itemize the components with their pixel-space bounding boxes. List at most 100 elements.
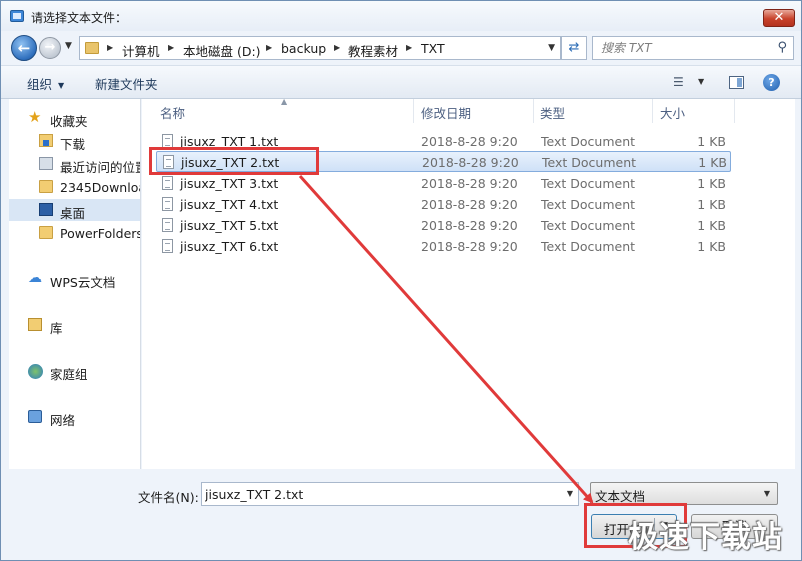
sidebar-item-label: 2345Downloads bbox=[60, 180, 140, 195]
file-date: 2018-8-28 9:20 bbox=[421, 176, 518, 191]
new-folder-button[interactable]: 新建文件夹 bbox=[95, 74, 158, 93]
file-type: Text Document bbox=[542, 155, 637, 170]
back-button[interactable]: ← bbox=[11, 35, 37, 61]
folder-icon bbox=[39, 226, 53, 239]
file-row[interactable]: jisuxz_TXT 3.txt 2018-8-28 9:20 Text Doc… bbox=[156, 173, 731, 194]
sidebar-item-homegroup[interactable]: 家庭组 bbox=[9, 360, 140, 382]
arrow-right-icon: → bbox=[44, 40, 56, 55]
file-row[interactable]: jisuxz_TXT 6.txt 2018-8-28 9:20 Text Doc… bbox=[156, 236, 731, 257]
file-date: 2018-8-28 9:20 bbox=[421, 134, 518, 149]
filename-label: 文件名(N): bbox=[138, 490, 199, 505]
organize-label: 组织 bbox=[27, 77, 53, 92]
close-button[interactable]: ✕ bbox=[763, 9, 795, 27]
change-view-icon[interactable]: ☰ bbox=[673, 75, 684, 89]
filetype-select[interactable]: 文本文档 ▼ bbox=[590, 482, 778, 505]
breadcrumb-separator-icon[interactable]: ▶ bbox=[168, 43, 174, 52]
sidebar-item-label: 收藏夹 bbox=[50, 114, 88, 129]
search-input[interactable] bbox=[601, 40, 771, 56]
library-icon bbox=[28, 318, 42, 331]
file-date: 2018-8-28 9:20 bbox=[421, 239, 518, 254]
refresh-button[interactable]: ⇄ bbox=[561, 36, 587, 60]
sidebar-item-recent-places[interactable]: 最近访问的位置 bbox=[9, 153, 140, 175]
search-box[interactable]: ⚲ bbox=[592, 36, 794, 60]
file-name: jisuxz_TXT 3.txt bbox=[180, 176, 279, 191]
sidebar-item-label: 库 bbox=[50, 321, 63, 336]
search-icon[interactable]: ⚲ bbox=[777, 40, 787, 55]
refresh-icon: ⇄ bbox=[568, 40, 580, 55]
text-file-icon bbox=[162, 239, 173, 253]
breadcrumb-drive-d[interactable]: 本地磁盘 (D:) bbox=[183, 41, 261, 60]
address-bar[interactable]: ▶ 计算机 ▶ 本地磁盘 (D:) ▶ backup ▶ 教程素材 ▶ TXT … bbox=[79, 36, 561, 60]
sidebar-item-downloads[interactable]: 下载 bbox=[9, 130, 140, 152]
file-row[interactable]: jisuxz_TXT 4.txt 2018-8-28 9:20 Text Doc… bbox=[156, 194, 731, 215]
file-row[interactable]: jisuxz_TXT 5.txt 2018-8-28 9:20 Text Doc… bbox=[156, 215, 731, 236]
breadcrumb-backup[interactable]: backup bbox=[281, 41, 326, 56]
command-bar: 组织 ▼ 新建文件夹 ☰ ▼ ? bbox=[1, 65, 801, 99]
breadcrumb-separator-icon[interactable]: ▶ bbox=[107, 43, 113, 52]
preview-pane-icon[interactable] bbox=[729, 76, 744, 89]
chevron-down-icon: ▼ bbox=[763, 489, 770, 498]
highlight-box-selected-file bbox=[149, 147, 319, 175]
file-type: Text Document bbox=[541, 239, 636, 254]
file-type: Text Document bbox=[541, 176, 636, 191]
breadcrumb-separator-icon[interactable]: ▶ bbox=[406, 43, 412, 52]
cloud-icon: ☁ bbox=[28, 270, 42, 286]
address-row: ← → ▼ ▶ 计算机 ▶ 本地磁盘 (D:) ▶ backup ▶ 教程素材 … bbox=[1, 31, 801, 65]
arrow-left-icon: ← bbox=[17, 39, 31, 57]
chevron-down-icon: ▼ bbox=[58, 81, 65, 90]
star-icon: ★ bbox=[28, 108, 42, 126]
folder-icon bbox=[39, 180, 53, 193]
sidebar-item-label: PowerFolders bbox=[60, 226, 140, 241]
file-type: Text Document bbox=[541, 197, 636, 212]
file-size: 1 KB bbox=[698, 155, 727, 170]
text-file-icon bbox=[162, 176, 173, 190]
sidebar-item-desktop[interactable]: 桌面 bbox=[9, 199, 140, 221]
sidebar-item-favorites[interactable]: ★ 收藏夹 bbox=[9, 107, 140, 129]
file-size: 1 KB bbox=[697, 134, 726, 149]
column-header-size[interactable]: 大小 bbox=[660, 99, 735, 123]
filename-input[interactable] bbox=[205, 486, 555, 502]
help-button[interactable]: ? bbox=[763, 74, 780, 91]
watermark-text: 极速下载站 bbox=[628, 520, 783, 555]
column-header-type[interactable]: 类型 bbox=[540, 99, 653, 123]
window-title: 请选择文本文件： bbox=[31, 11, 128, 25]
column-header-date-modified[interactable]: 修改日期 bbox=[421, 99, 534, 123]
sidebar-item-2345downloads[interactable]: 2345Downloads bbox=[9, 176, 140, 198]
folder-icon bbox=[85, 42, 99, 54]
file-date: 2018-8-28 9:20 bbox=[421, 197, 518, 212]
filename-combobox[interactable]: ▼ bbox=[201, 482, 579, 506]
filename-dropdown-icon[interactable]: ▼ bbox=[567, 489, 573, 498]
file-name: jisuxz_TXT 4.txt bbox=[180, 197, 279, 212]
sidebar-item-powerfolders[interactable]: PowerFolders bbox=[9, 222, 140, 244]
view-dropdown-icon[interactable]: ▼ bbox=[698, 77, 704, 86]
breadcrumb-computer[interactable]: 计算机 bbox=[122, 41, 160, 60]
title-bar: 请选择文本文件： ✕ bbox=[1, 1, 801, 31]
file-size: 1 KB bbox=[697, 239, 726, 254]
text-file-icon bbox=[162, 218, 173, 232]
organize-button[interactable]: 组织 ▼ bbox=[27, 74, 64, 93]
breadcrumb-tutorial-material[interactable]: 教程素材 bbox=[348, 41, 398, 60]
history-dropdown-icon[interactable]: ▼ bbox=[65, 41, 72, 51]
file-date: 2018-8-28 9:20 bbox=[421, 218, 518, 233]
navigation-pane: ★ 收藏夹 下载 最近访问的位置 2345Downloads 桌面 PowerF… bbox=[9, 99, 141, 469]
forward-button[interactable]: → bbox=[39, 37, 61, 59]
file-open-dialog: 请选择文本文件： ✕ ← → ▼ ▶ 计算机 ▶ 本地磁盘 (D:) ▶ bac… bbox=[0, 0, 802, 561]
sidebar-item-libraries[interactable]: 库 bbox=[9, 314, 140, 336]
breadcrumb-separator-icon[interactable]: ▶ bbox=[334, 43, 340, 52]
sidebar-item-wps-cloud[interactable]: ☁ WPS云文档 bbox=[9, 268, 140, 290]
file-size: 1 KB bbox=[697, 218, 726, 233]
address-dropdown-icon[interactable]: ▼ bbox=[548, 43, 555, 53]
file-type: Text Document bbox=[541, 218, 636, 233]
sidebar-item-network[interactable]: 网络 bbox=[9, 406, 140, 428]
recent-places-icon bbox=[39, 157, 53, 170]
file-name: jisuxz_TXT 6.txt bbox=[180, 239, 279, 254]
text-file-icon bbox=[162, 197, 173, 211]
breadcrumb-txt[interactable]: TXT bbox=[421, 41, 445, 56]
download-folder-icon bbox=[39, 134, 53, 147]
column-header-name[interactable]: 名称 bbox=[160, 99, 414, 123]
breadcrumb-separator-icon[interactable]: ▶ bbox=[266, 43, 272, 52]
file-type: Text Document bbox=[541, 134, 636, 149]
sidebar-item-label: 网络 bbox=[50, 413, 76, 428]
homegroup-icon bbox=[28, 364, 43, 379]
file-date: 2018-8-28 9:20 bbox=[422, 155, 519, 170]
